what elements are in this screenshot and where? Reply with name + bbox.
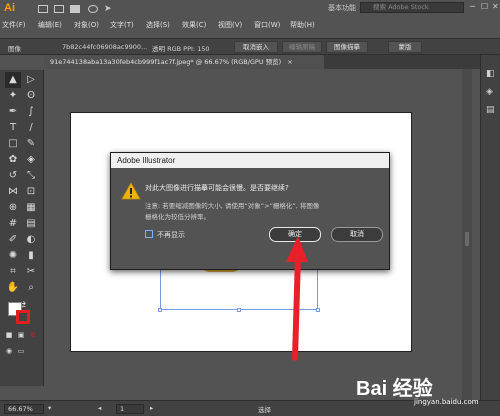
watermark-url: jingyan.baidu.com <box>414 398 479 406</box>
close-button[interactable]: ✕ <box>492 2 499 11</box>
menu-edit[interactable]: 编辑(E) <box>38 20 62 30</box>
screen-mode-icon[interactable]: ▭ <box>16 346 26 356</box>
pen-tool-icon[interactable]: ✒ <box>5 104 21 120</box>
illustrator-logo: Ai <box>4 2 15 14</box>
rectangle-tool-icon[interactable]: □ <box>5 136 21 152</box>
magic-wand-icon[interactable]: ✦ <box>5 88 21 104</box>
menu-select[interactable]: 选择(S) <box>146 20 170 30</box>
gradient-tool-icon[interactable]: ▤ <box>23 216 39 232</box>
dialog-note-line: 注意: 若要缩减图像的大小, 请使用“对象”>“栅格化”, 将图像 <box>145 202 320 210</box>
width-tool-icon[interactable]: ⋈ <box>5 184 21 200</box>
arrange-documents-icon[interactable] <box>70 5 80 13</box>
tab-close-icon[interactable]: × <box>287 58 292 66</box>
selection-handle[interactable] <box>237 308 241 312</box>
cancel-button[interactable]: 取消 <box>331 227 383 242</box>
artboard-tool-icon[interactable]: ⌗ <box>5 264 21 280</box>
mesh-tool-icon[interactable]: # <box>5 216 21 232</box>
linked-file-name[interactable]: 7b82c44fc06908ac9900... <box>62 43 147 51</box>
zoom-level-field[interactable]: 66.67% <box>4 404 44 414</box>
tools-panel: ▲ ▷ ✦ ʘ ✒ ∫ T / □ ✎ ✿ ◈ ↺ ⤡ ⋈ ⊡ ⊕ ▦ # ▤ … <box>0 70 44 386</box>
rotate-tool-icon[interactable]: ↺ <box>5 168 21 184</box>
scrollbar-thumb[interactable] <box>465 232 469 246</box>
prev-artboard-icon[interactable]: ◂ <box>98 404 101 412</box>
menu-help[interactable]: 帮助(H) <box>290 20 315 30</box>
control-bar: 图像 7b82c44fc06908ac9900... 透明 RGB PPI: 1… <box>0 38 500 55</box>
workspace-switcher[interactable]: 基本功能 <box>328 3 356 13</box>
dont-show-again-checkbox[interactable] <box>145 230 153 238</box>
app-titlebar: Ai ➤ 基本功能 搜索 Adobe Stock ─ ☐ ✕ 文件(F) 编辑(… <box>0 0 500 38</box>
unembed-button[interactable]: 取消嵌入 <box>234 41 278 53</box>
stock-search-input[interactable]: 搜索 Adobe Stock <box>360 2 464 13</box>
gradient-mode-icon[interactable]: ▣ <box>16 330 26 340</box>
watermark-brand: Bai 经验 <box>356 378 433 400</box>
warning-icon <box>121 182 141 200</box>
dialog-message: 对此大图像进行描摹可能会很慢。是否要继续? <box>145 184 289 192</box>
menu-type[interactable]: 文字(T) <box>110 20 134 30</box>
menu-effect[interactable]: 效果(C) <box>182 20 206 30</box>
document-tab[interactable]: 91e744138aba13a30feb4cb999f1ac7f.jpeg* @… <box>44 55 324 69</box>
eyedropper-icon[interactable]: ✐ <box>5 232 21 248</box>
dialog-body: 对此大图像进行描摹可能会很慢。是否要继续? 注意: 若要缩减图像的大小, 请使用… <box>111 168 389 269</box>
blend-tool-icon[interactable]: ◐ <box>23 232 39 248</box>
menu-window[interactable]: 窗口(W) <box>254 20 280 30</box>
layers-panel-icon[interactable]: ◈ <box>486 87 496 97</box>
dialog-note: 注意: 若要缩减图像的大小, 请使用“对象”>“栅格化”, 将图像 栅格化为较低… <box>145 201 381 223</box>
type-tool-icon[interactable]: T <box>5 120 21 136</box>
line-tool-icon[interactable]: / <box>23 120 39 136</box>
mask-button[interactable]: 蒙版 <box>388 41 422 53</box>
stroke-swatch[interactable] <box>16 310 30 324</box>
properties-panel-icon[interactable]: ◧ <box>486 69 496 79</box>
libraries-panel-icon[interactable]: ▤ <box>486 105 496 115</box>
baidu-watermark: Bai 经验 jingyan.baidu.com <box>356 372 496 412</box>
next-artboard-icon[interactable]: ▸ <box>150 404 153 412</box>
image-trace-button[interactable]: 图像描摹 <box>326 41 368 53</box>
selection-handle[interactable] <box>158 308 162 312</box>
dialog-note-line: 栅格化为较低分辨率。 <box>145 213 210 221</box>
paintbrush-tool-icon[interactable]: ✎ <box>23 136 39 152</box>
column-graph-icon[interactable]: ▮ <box>23 248 39 264</box>
slice-tool-icon[interactable]: ✂ <box>23 264 39 280</box>
zoom-dropdown-icon[interactable]: ▾ <box>48 404 51 412</box>
shaper-tool-icon[interactable]: ✿ <box>5 152 21 168</box>
document-tabs: 91e744138aba13a30feb4cb999f1ac7f.jpeg* @… <box>44 55 480 69</box>
selection-tool-icon[interactable]: ▲ <box>5 72 21 88</box>
bridge-icon[interactable] <box>38 5 48 13</box>
color-mode-icon[interactable]: ■ <box>4 330 14 340</box>
dialog-title: Adobe Illustrator <box>111 153 389 168</box>
shape-builder-icon[interactable]: ⊕ <box>5 200 21 216</box>
stock-icon[interactable] <box>54 5 64 13</box>
direct-selection-tool-icon[interactable]: ▷ <box>23 72 39 88</box>
current-tool-status: 选择 <box>258 406 271 414</box>
draw-normal-icon[interactable]: ◉ <box>4 346 14 356</box>
menu-object[interactable]: 对象(O) <box>74 20 99 30</box>
menu-file[interactable]: 文件(F) <box>2 20 26 30</box>
edit-original-button[interactable]: 编辑原稿 <box>282 41 322 53</box>
minimize-button[interactable]: ─ <box>470 2 475 11</box>
symbol-sprayer-icon[interactable]: ✺ <box>5 248 21 264</box>
menu-bar: 文件(F) 编辑(E) 对象(O) 文字(T) 选择(S) 效果(C) 视图(V… <box>0 20 500 31</box>
free-transform-icon[interactable]: ⊡ <box>23 184 39 200</box>
zoom-tool-icon[interactable]: ⌕ <box>23 280 39 296</box>
dont-show-again-label[interactable]: 不再显示 <box>157 230 185 240</box>
panel-dock: ◧ ◈ ▤ <box>480 55 500 400</box>
eraser-tool-icon[interactable]: ◈ <box>23 152 39 168</box>
image-info: 透明 RGB PPI: 150 <box>152 45 210 53</box>
lasso-icon[interactable]: ʘ <box>23 88 39 104</box>
artboard-number-field[interactable]: 1 <box>116 404 144 414</box>
scale-tool-icon[interactable]: ⤡ <box>23 168 39 184</box>
perspective-grid-icon[interactable]: ▦ <box>23 200 39 216</box>
none-mode-icon[interactable]: ⊘ <box>28 330 38 340</box>
trace-warning-dialog: Adobe Illustrator 对此大图像进行描摹可能会很慢。是否要继续? … <box>110 152 390 270</box>
selection-type-label: 图像 <box>8 45 21 53</box>
annotation-arrow-icon <box>286 236 308 361</box>
maximize-button[interactable]: ☐ <box>481 2 488 11</box>
hand-tool-icon[interactable]: ✋ <box>5 280 21 296</box>
menu-view[interactable]: 视图(V) <box>218 20 242 30</box>
document-tab-label: 91e744138aba13a30feb4cb999f1ac7f.jpeg* @… <box>50 58 282 66</box>
selection-handle[interactable] <box>316 308 320 312</box>
send-icon[interactable]: ➤ <box>104 5 114 14</box>
curvature-tool-icon[interactable]: ∫ <box>23 104 39 120</box>
brush-icon[interactable] <box>88 5 98 13</box>
